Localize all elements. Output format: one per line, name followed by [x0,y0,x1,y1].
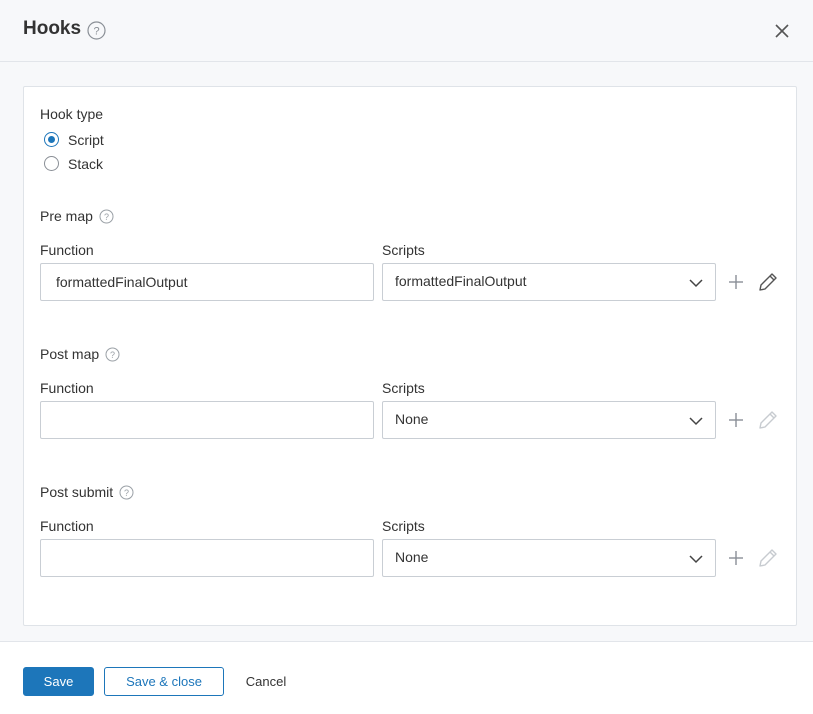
pre-map-edit-icon[interactable] [757,271,779,293]
post-map-scripts-value: None [395,411,429,427]
post-map-function-label: Function [40,380,94,396]
post-map-scripts-select[interactable]: None [382,401,716,439]
post-submit-add-icon[interactable] [725,547,747,569]
section-title-pre-map: Pre map [40,208,93,224]
radio-stack[interactable] [44,156,59,171]
radio-stack-label: Stack [68,156,104,172]
svg-text:?: ? [124,488,129,498]
pre-map-function-label: Function [40,242,94,258]
dialog-header: Hooks ? [0,0,813,62]
hooks-panel: Hook type Script Stack Pre map ? Functio… [23,86,797,626]
post-submit-scripts-value: None [395,549,429,565]
post-submit-edit-icon[interactable] [757,547,779,569]
hook-type-label: Hook type [40,106,104,122]
pre-map-scripts-select[interactable]: formattedFinalOutput [382,263,716,301]
radio-script[interactable] [44,132,59,147]
pre-map-function-input[interactable] [40,263,374,301]
pre-map-help-icon[interactable]: ? [99,209,114,224]
post-submit-help-icon[interactable]: ? [119,485,134,500]
radio-script-label: Script [68,132,104,148]
pre-map-add-icon[interactable] [725,271,747,293]
section-title-post-submit: Post submit [40,484,114,500]
post-submit-scripts-select[interactable]: None [382,539,716,577]
post-map-edit-icon[interactable] [757,409,779,431]
hooks-dialog: Hooks ? Hook type Script Stack Pre map ?… [0,0,813,714]
cancel-button[interactable]: Cancel [236,667,296,696]
post-map-help-icon[interactable]: ? [105,347,120,362]
pre-map-scripts-value: formattedFinalOutput [395,273,527,289]
svg-text:?: ? [104,212,109,222]
save-button[interactable]: Save [23,667,94,696]
post-submit-function-input[interactable] [40,539,374,577]
dialog-title: Hooks [23,18,82,39]
svg-text:?: ? [93,26,99,38]
post-map-function-input[interactable] [40,401,374,439]
help-icon[interactable]: ? [87,21,106,40]
section-title-post-map: Post map [40,346,100,362]
post-submit-function-label: Function [40,518,94,534]
post-map-scripts-label: Scripts [382,380,425,396]
dialog-footer: Save Save & close Cancel [0,641,813,714]
chevron-down-icon [689,555,703,564]
svg-text:?: ? [110,350,115,360]
close-icon[interactable] [770,19,794,43]
chevron-down-icon [689,279,703,288]
save-close-button[interactable]: Save & close [104,667,224,696]
chevron-down-icon [689,417,703,426]
post-submit-scripts-label: Scripts [382,518,425,534]
pre-map-scripts-label: Scripts [382,242,425,258]
post-map-add-icon[interactable] [725,409,747,431]
